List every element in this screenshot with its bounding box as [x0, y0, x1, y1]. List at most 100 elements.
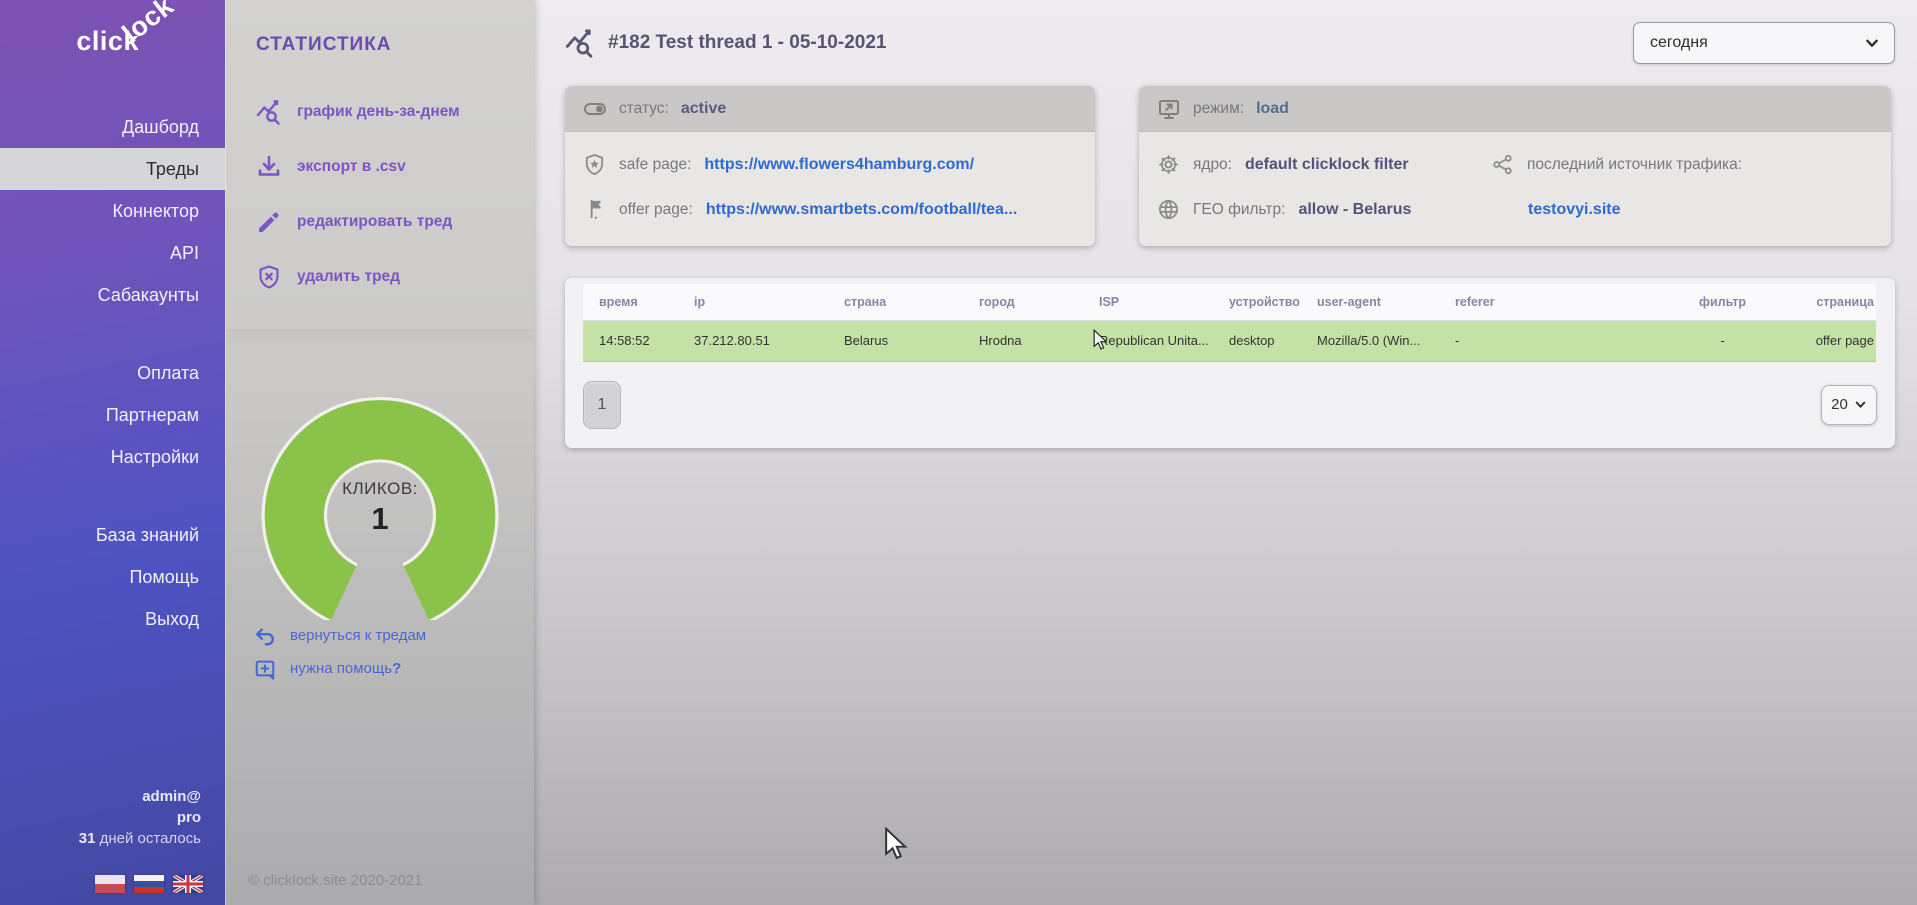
gauge-text: КЛИКОВ: 1 [254, 479, 506, 537]
col-header-isp[interactable]: ISP [1083, 284, 1213, 320]
core-row: ядро: default clicklock filter [1157, 142, 1487, 187]
geo-filter-value: allow - Belarus [1298, 201, 1411, 219]
menu-item-daily-chart[interactable]: график день-за-днем [226, 84, 534, 139]
traffic-source-link[interactable]: testovyi.site [1528, 201, 1620, 219]
statistics-menu: график день-за-днем экспорт в .csv редак… [226, 84, 534, 304]
chevron-down-icon [1854, 398, 1867, 411]
clicks-gauge: КЛИКОВ: 1 [254, 387, 506, 585]
account-info: admin@ pro 31 дней осталось [0, 786, 225, 849]
offer-page-link[interactable]: https://www.smartbets.com/football/tea..… [706, 201, 1017, 219]
page-size-select[interactable]: 20 [1821, 385, 1877, 425]
clicks-table-panel: время ip страна город ISP устройство use… [565, 278, 1895, 448]
sidebar-item-threads[interactable]: Треды [0, 148, 225, 190]
sidebar-item-api[interactable]: API [0, 232, 225, 274]
traffic-source-link-row: testovyi.site [1491, 187, 1873, 232]
menu-item-delete-thread[interactable]: удалить тред [226, 249, 534, 304]
mode-card: режим: load ядро: [1139, 86, 1891, 246]
account-email: admin@ [0, 786, 201, 807]
core-value: default clicklock filter [1245, 156, 1409, 174]
sidebar: clicklock Дашборд Треды Коннектор API Са… [0, 0, 225, 905]
sidebar-item-logout[interactable]: Выход [0, 598, 225, 640]
sidebar-item-partners[interactable]: Партнерам [0, 394, 225, 436]
mode-label: режим: [1193, 100, 1244, 118]
col-header-user-agent[interactable]: user-agent [1301, 284, 1439, 320]
period-select[interactable]: сегодня [1633, 22, 1895, 64]
toggle-icon [583, 97, 607, 121]
sidebar-item-settings[interactable]: Настройки [0, 436, 225, 478]
shield-star-icon [583, 153, 606, 176]
traffic-source-label: последний источник трафика: [1527, 156, 1742, 174]
menu-item-export-csv[interactable]: экспорт в .csv [226, 139, 534, 194]
core-label: ядро: [1193, 156, 1232, 174]
main-header: #182 Test thread 1 - 05-10-2021 сегодня [565, 0, 1895, 64]
need-help-link[interactable]: нужна помощь? [226, 652, 534, 685]
col-header-country[interactable]: страна [828, 284, 963, 320]
geo-filter-row: ГЕО фильтр: allow - Belarus [1157, 187, 1487, 232]
col-header-device[interactable]: устройство [1213, 284, 1301, 320]
undo-icon [254, 625, 276, 647]
account-plan: pro [0, 807, 201, 828]
download-icon [256, 154, 282, 180]
menu-item-label: удалить тред [297, 268, 400, 286]
mode-card-left-column: ядро: default clicklock filter ГЕО фильт… [1157, 142, 1487, 232]
statistics-title: СТАТИСТИКА [226, 0, 534, 56]
pagination-bar: 1 20 [583, 380, 1877, 430]
language-switcher [0, 849, 225, 905]
cell-city: Hrodna [963, 320, 1083, 361]
clicks-table: время ip страна город ISP устройство use… [583, 284, 1876, 362]
safe-page-label: safe page: [619, 156, 691, 174]
menu-item-edit-thread[interactable]: редактировать тред [226, 194, 534, 249]
cell-isp: Republican Unita... [1083, 320, 1213, 361]
sidebar-item-subaccounts[interactable]: Сабакаунты [0, 274, 225, 316]
copyright-footer: © clicklock.site 2020-2021 [226, 872, 534, 905]
safe-page-link[interactable]: https://www.flowers4hamburg.com/ [704, 156, 974, 174]
sidebar-nav: Дашборд Треды Коннектор API Сабакаунты О… [0, 106, 225, 640]
status-value: active [681, 100, 726, 118]
col-header-page[interactable]: страница [1776, 284, 1876, 320]
clicklock-logo: clicklock [0, 0, 225, 86]
back-to-threads-link[interactable]: вернуться к тредам [226, 619, 534, 652]
col-header-city[interactable]: город [963, 284, 1083, 320]
status-card-header: статус: active [565, 86, 1095, 132]
poland-flag-icon[interactable] [95, 875, 125, 893]
statistics-panel: СТАТИСТИКА график день-за-днем экспорт в… [225, 0, 534, 905]
thread-title-wrap: #182 Test thread 1 - 05-10-2021 [565, 28, 886, 58]
mode-card-header: режим: load [1139, 86, 1891, 132]
menu-item-label: экспорт в .csv [297, 158, 406, 176]
sidebar-item-payment[interactable]: Оплата [0, 352, 225, 394]
gauge-value: 1 [254, 501, 506, 537]
gear-icon [1157, 153, 1180, 176]
sidebar-item-help[interactable]: Помощь [0, 556, 225, 598]
col-header-time[interactable]: время [583, 284, 678, 320]
col-header-filter[interactable]: фильтр [1669, 284, 1776, 320]
link-label: нужна помощь? [290, 660, 401, 677]
cell-user-agent: Mozilla/5.0 (Win... [1301, 320, 1439, 361]
russia-flag-icon[interactable] [134, 875, 164, 893]
table-header-row: время ip страна город ISP устройство use… [583, 284, 1876, 320]
statistics-links: вернуться к тредам нужна помощь? [226, 619, 534, 685]
sidebar-item-connector[interactable]: Коннектор [0, 190, 225, 232]
sidebar-item-dashboard[interactable]: Дашборд [0, 106, 225, 148]
sidebar-item-knowledge-base[interactable]: База знаний [0, 514, 225, 556]
nav-group-divider [0, 478, 225, 514]
geo-filter-label: ГЕО фильтр: [1193, 201, 1285, 219]
col-header-ip[interactable]: ip [678, 284, 828, 320]
flag-icon [583, 198, 606, 221]
traffic-source-row: последний источник трафика: [1491, 142, 1873, 187]
status-label: статус: [619, 100, 669, 118]
page-1-button[interactable]: 1 [583, 381, 621, 429]
nav-group-divider [0, 316, 225, 352]
uk-flag-icon[interactable] [173, 875, 203, 893]
share-icon [1491, 153, 1514, 176]
cell-device: desktop [1213, 320, 1301, 361]
table-row[interactable]: 14:58:52 37.212.80.51 Belarus Hrodna Rep… [583, 320, 1876, 361]
safe-page-row: safe page: https://www.flowers4hamburg.c… [583, 142, 1077, 187]
trend-search-icon [565, 28, 595, 58]
mode-value: load [1256, 100, 1289, 118]
page-title: #182 Test thread 1 - 05-10-2021 [608, 32, 886, 54]
cell-filter: - [1669, 320, 1776, 361]
cell-time: 14:58:52 [583, 320, 678, 361]
menu-item-label: редактировать тред [297, 213, 452, 231]
col-header-referer[interactable]: referer [1439, 284, 1669, 320]
link-label: вернуться к тредам [290, 627, 426, 644]
